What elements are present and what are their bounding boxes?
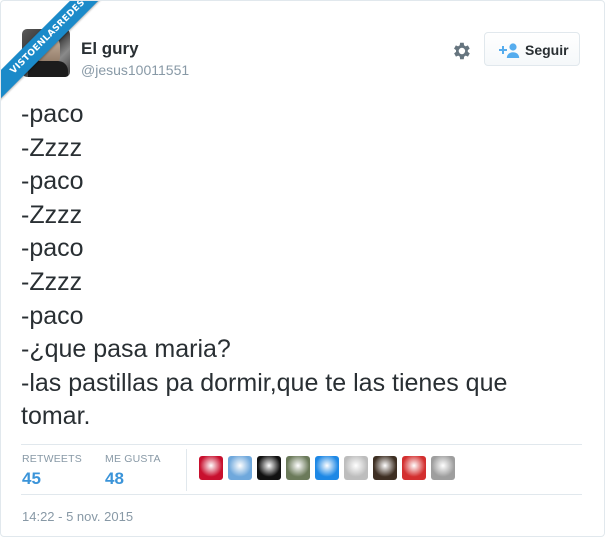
tweet-line: -paco bbox=[21, 167, 84, 196]
robot-avatar[interactable] bbox=[431, 456, 455, 480]
follow-button[interactable]: Seguir bbox=[484, 32, 580, 66]
tweet-line: -paco bbox=[21, 301, 84, 330]
tweet-line: tomar. bbox=[21, 402, 91, 431]
add-user-icon bbox=[499, 43, 520, 58]
red-star-avatar[interactable] bbox=[199, 456, 223, 480]
follow-label: Seguir bbox=[525, 42, 569, 58]
black-logo-avatar[interactable] bbox=[257, 456, 281, 480]
tweet-card: VISTOENLASREDES El gury @jesus10011551 S… bbox=[0, 0, 605, 537]
watermark-ribbon: VISTOENLASREDES bbox=[1, 1, 111, 105]
likes-stat[interactable]: ME GUSTA 48 bbox=[105, 453, 161, 489]
tweet-line: -¿que pasa maria? bbox=[21, 335, 231, 364]
stats-bottom-divider bbox=[21, 494, 582, 495]
anime-avatar[interactable] bbox=[402, 456, 426, 480]
retweets-count: 45 bbox=[22, 469, 41, 488]
likes-count: 48 bbox=[105, 469, 124, 488]
landscape-avatar[interactable] bbox=[286, 456, 310, 480]
gear-icon[interactable] bbox=[450, 40, 472, 62]
likes-label: ME GUSTA bbox=[105, 453, 161, 465]
tweet-line: -las pastillas pa dormir,que te las tien… bbox=[21, 368, 508, 397]
tweet-line: -Zzzz bbox=[21, 267, 83, 296]
stats-top-divider bbox=[21, 444, 582, 445]
tweet-text: -paco -Zzzz -paco -Zzzz -paco -Zzzz -pac… bbox=[21, 98, 596, 434]
stats-separator bbox=[186, 449, 187, 491]
blue-glow-avatar[interactable] bbox=[315, 456, 339, 480]
tweet-line: -paco bbox=[21, 234, 84, 263]
watermark-corner: VISTOENLASREDES bbox=[1, 1, 111, 111]
tweet-timestamp[interactable]: 14:22 - 5 nov. 2015 bbox=[22, 509, 133, 524]
dark-photo-avatar[interactable] bbox=[373, 456, 397, 480]
retweets-label: RETWEETS bbox=[22, 453, 82, 465]
tweet-line: -Zzzz bbox=[21, 200, 83, 229]
portrait-avatar[interactable] bbox=[344, 456, 368, 480]
tweet-line: -Zzzz bbox=[21, 133, 83, 162]
cartoon-avatar[interactable] bbox=[228, 456, 252, 480]
retweets-stat[interactable]: RETWEETS 45 bbox=[22, 453, 82, 489]
